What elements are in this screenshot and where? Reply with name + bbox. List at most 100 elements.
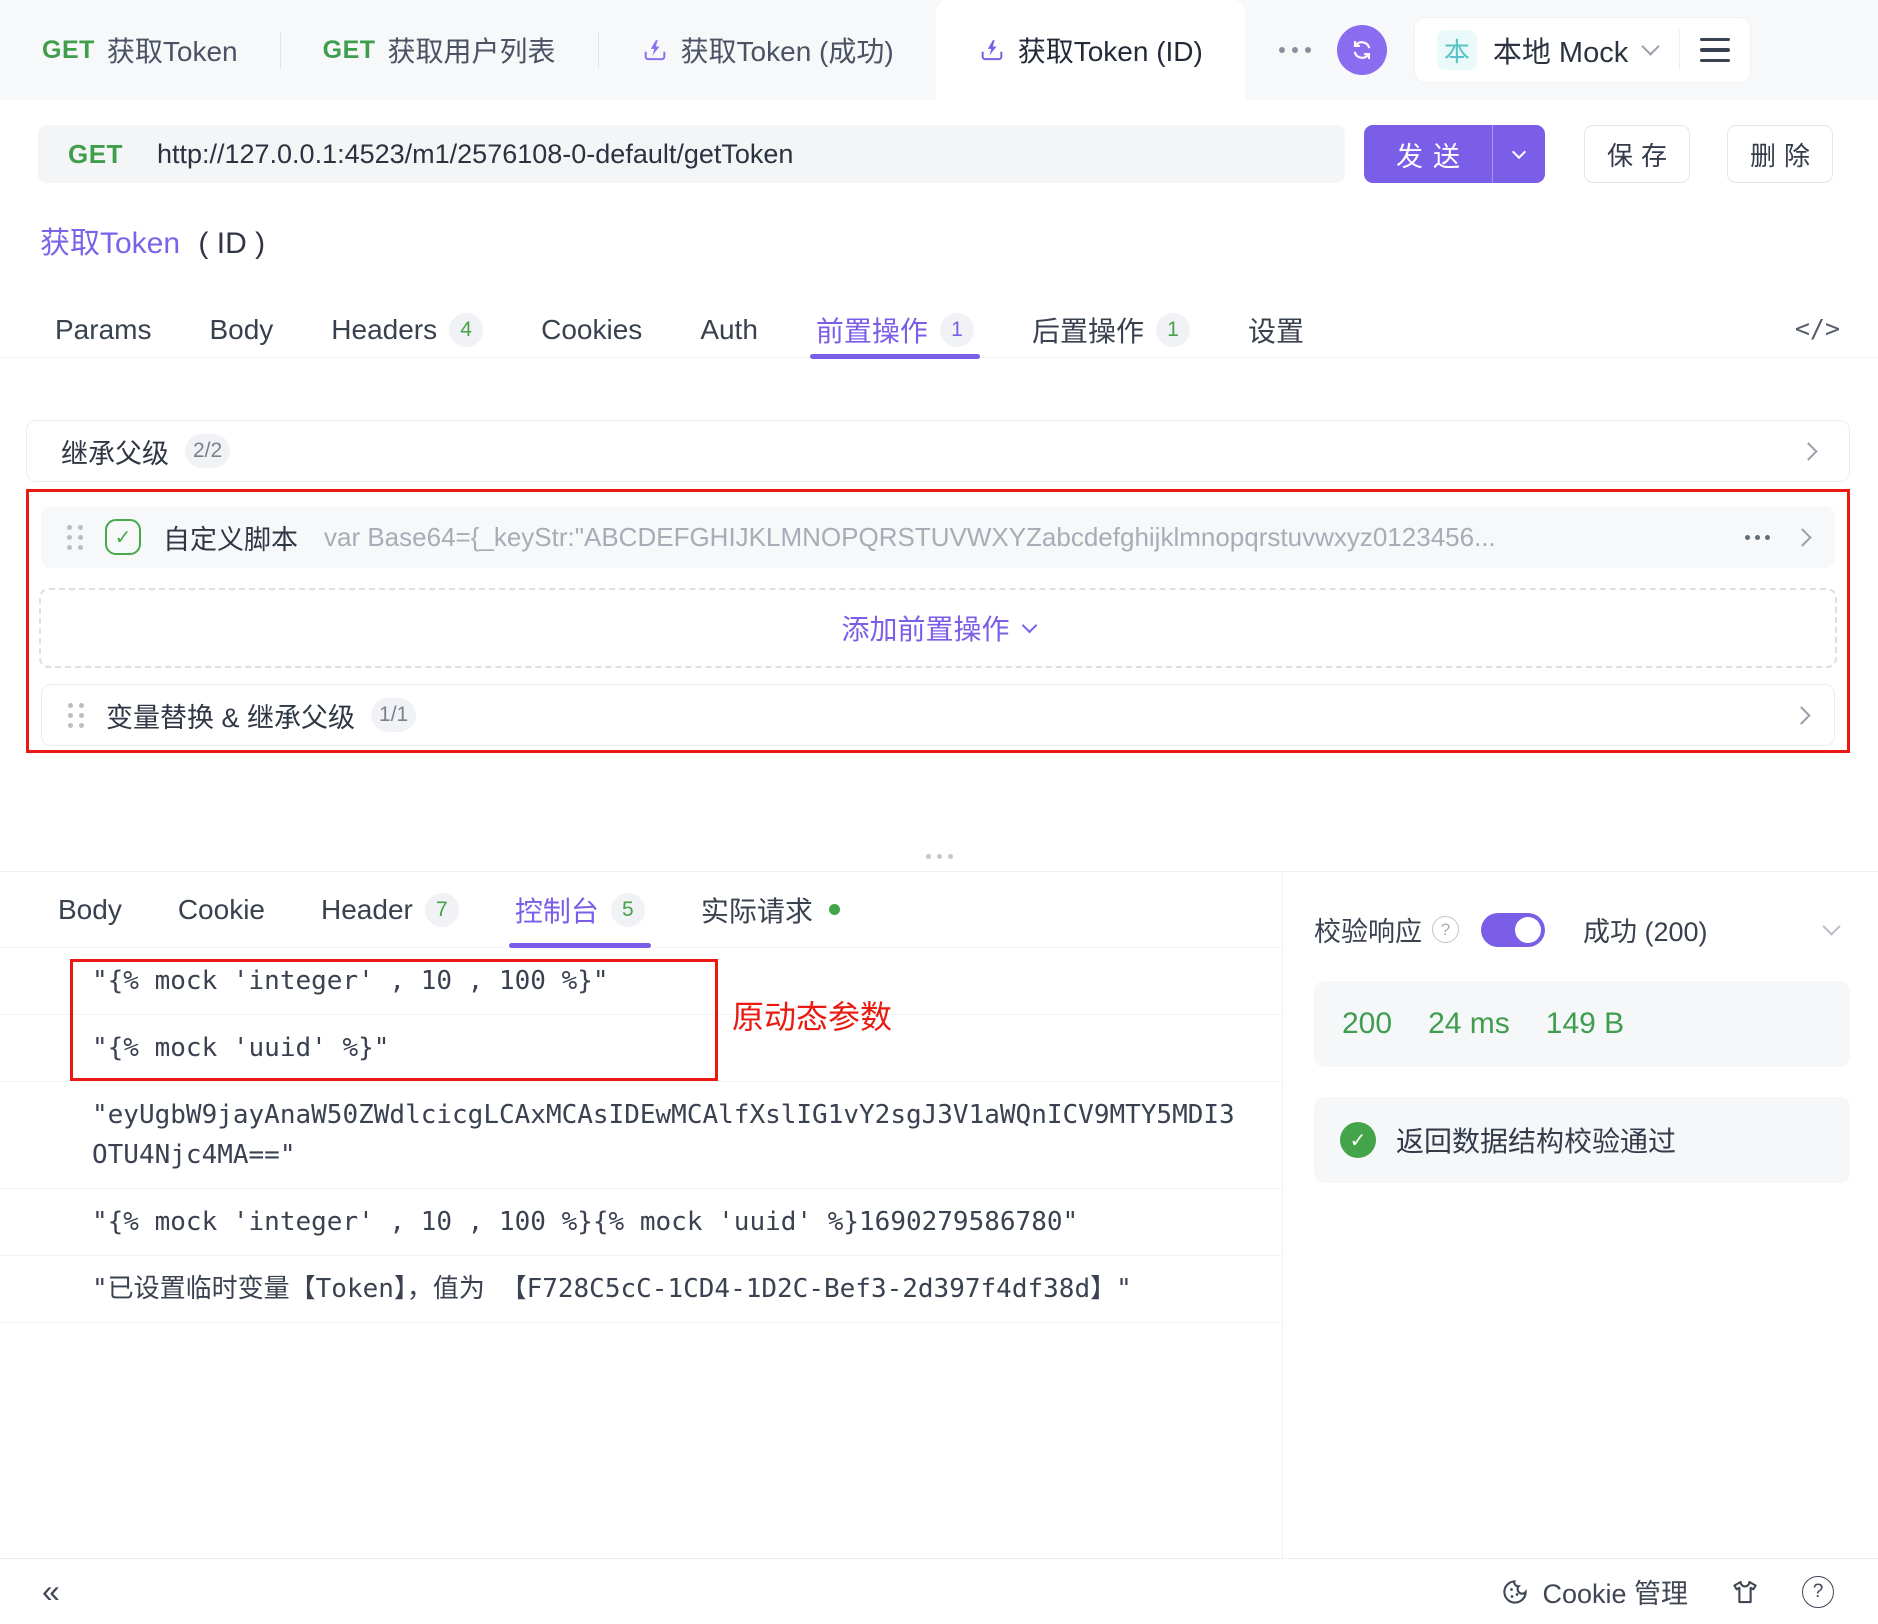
environment-dropdown[interactable]: 本 本地 Mock: [1415, 29, 1679, 71]
drag-handle-icon[interactable]: [68, 703, 84, 728]
more-actions-icon[interactable]: [1745, 535, 1770, 540]
tab-label: 获取用户列表: [388, 30, 556, 70]
variable-replace-row[interactable]: 变量替换 & 继承父级 1/1: [41, 684, 1835, 746]
send-options-dropdown[interactable]: [1493, 125, 1545, 183]
response-time: 24 ms: [1428, 1007, 1510, 1041]
url-input[interactable]: GET http://127.0.0.1:4523/m1/2576108-0-d…: [38, 125, 1345, 183]
tab-response-body[interactable]: Body: [58, 872, 122, 948]
tab-headers[interactable]: Headers 4: [331, 302, 483, 358]
console-count-badge: 5: [611, 893, 645, 927]
chevron-down-icon: [1642, 37, 1660, 55]
save-button[interactable]: 保存: [1584, 125, 1690, 183]
inherit-count-badge: 2/2: [185, 434, 230, 468]
method-label: GET: [42, 36, 95, 65]
validation-panel: 校验响应 ? 成功 (200) 200 24 ms 149 B ✓ 返回数据结构…: [1282, 872, 1878, 1558]
enabled-check-icon[interactable]: ✓: [105, 519, 141, 555]
tab-label: 获取Token (成功): [681, 30, 894, 70]
validate-label: 校验响应: [1314, 910, 1422, 949]
chevron-right-icon: [1793, 528, 1811, 546]
tab-settings[interactable]: 设置: [1248, 302, 1304, 358]
env-local-icon: 本: [1437, 30, 1477, 70]
tab-post-operations[interactable]: 后置操作 1: [1032, 302, 1190, 358]
tab-body[interactable]: Body: [209, 302, 273, 358]
chevron-down-icon: [1021, 617, 1037, 633]
collapse-sidebar-button[interactable]: «: [42, 1573, 60, 1610]
sync-icon[interactable]: [1337, 25, 1387, 75]
validation-status: 成功 (200): [1583, 910, 1708, 949]
status-code: 200: [1342, 1007, 1392, 1041]
annotation-red-box: ✓ 自定义脚本 var Base64={_keyStr:"ABCDEFGHIJK…: [26, 489, 1850, 753]
splitter-handle-icon[interactable]: [0, 854, 1878, 859]
send-button[interactable]: 发送: [1364, 125, 1545, 183]
help-icon[interactable]: ?: [1432, 916, 1459, 943]
menu-icon[interactable]: [1680, 38, 1750, 63]
more-tabs-icon[interactable]: [1279, 47, 1311, 53]
request-case-icon: [978, 36, 1006, 64]
script-label: 自定义脚本: [163, 518, 298, 557]
window-tabbar: GET 获取Token GET 获取用户列表 获取Token (成功): [0, 0, 1878, 100]
console-line[interactable]: "{% mock 'integer' , 10 , 100 %}": [0, 948, 1281, 1015]
response-size: 149 B: [1546, 1007, 1624, 1041]
add-pre-operation-button[interactable]: 添加前置操作: [39, 588, 1837, 668]
send-label: 发送: [1364, 125, 1492, 183]
chevron-right-icon: [1792, 706, 1810, 724]
request-method: GET: [68, 139, 123, 170]
window-tab-token-id-active[interactable]: 获取Token (ID): [936, 0, 1245, 100]
tab-auth[interactable]: Auth: [700, 302, 758, 358]
script-preview: var Base64={_keyStr:"ABCDEFGHIJKLMNOPQRS…: [324, 522, 1719, 553]
post-count-badge: 1: [1156, 313, 1190, 347]
chevron-down-icon[interactable]: [1822, 917, 1840, 935]
console-line[interactable]: "eyUgbW9jayAnaW50ZWdlcicgLCAxMCAsIDEwMCA…: [0, 1082, 1281, 1189]
chevron-right-icon: [1799, 442, 1817, 460]
tab-cookies[interactable]: Cookies: [541, 302, 642, 358]
window-tab-get-userlist[interactable]: GET 获取用户列表: [281, 0, 598, 100]
response-tabs: Body Cookie Header 7 控制台 5 实际请求: [0, 872, 1281, 948]
request-url: http://127.0.0.1:4523/m1/2576108-0-defau…: [157, 139, 793, 170]
console-output: "{% mock 'integer' , 10 , 100 %}" "{% mo…: [0, 948, 1281, 1323]
delete-button[interactable]: 删除: [1727, 125, 1833, 183]
tab-response-header[interactable]: Header 7: [321, 872, 459, 948]
env-label: 本地 Mock: [1493, 29, 1628, 71]
tab-response-cookie[interactable]: Cookie: [178, 872, 265, 948]
tab-actual-request[interactable]: 实际请求: [701, 872, 840, 948]
tab-params[interactable]: Params: [55, 302, 151, 358]
drag-handle-icon[interactable]: [67, 525, 83, 550]
inherit-parent-row[interactable]: 继承父级 2/2: [26, 420, 1850, 482]
custom-script-row[interactable]: ✓ 自定义脚本 var Base64={_keyStr:"ABCDEFGHIJK…: [41, 506, 1835, 568]
api-name-suffix: ( ID ): [198, 227, 265, 260]
pre-count-badge: 1: [940, 313, 974, 347]
schema-pass-label: 返回数据结构校验通过: [1396, 1120, 1676, 1160]
validate-response-row: 校验响应 ? 成功 (200): [1314, 910, 1838, 949]
validate-toggle[interactable]: [1481, 913, 1545, 947]
console-line[interactable]: "{% mock 'uuid' %}": [0, 1015, 1281, 1082]
cookie-icon: [1500, 1577, 1530, 1607]
headers-count-badge: 4: [449, 313, 483, 347]
window-tab-get-token[interactable]: GET 获取Token: [0, 0, 280, 100]
window-tab-token-success[interactable]: 获取Token (成功): [599, 0, 936, 100]
console-line[interactable]: "已设置临时变量【Token】，值为 【F728C5cC-1CD4-1D2C-B…: [0, 1256, 1281, 1323]
footer-bar: « Cookie 管理 ?: [0, 1558, 1878, 1624]
header-count-badge: 7: [425, 893, 459, 927]
cookie-manager-button[interactable]: Cookie 管理: [1500, 1572, 1688, 1611]
tab-console[interactable]: 控制台 5: [515, 872, 645, 948]
page-title: 获取Token ( ID ): [40, 218, 265, 262]
var-count-badge: 1/1: [371, 698, 416, 732]
tab-label: 获取Token: [107, 30, 238, 70]
request-tabs: Params Body Headers 4 Cookies Auth 前置操作 …: [0, 302, 1878, 358]
api-name[interactable]: 获取Token: [40, 227, 180, 260]
annotation-text: 原动态参数: [732, 992, 892, 1038]
schema-validation-result: ✓ 返回数据结构校验通过: [1314, 1097, 1850, 1183]
theme-shirt-icon[interactable]: [1730, 1577, 1760, 1607]
tab-label: 获取Token (ID): [1018, 30, 1203, 70]
app-window: GET 获取Token GET 获取用户列表 获取Token (成功): [0, 0, 1878, 1624]
method-label: GET: [323, 36, 376, 65]
chevron-down-icon: [1512, 145, 1526, 159]
console-line[interactable]: "{% mock 'integer' , 10 , 100 %}{% mock …: [0, 1189, 1281, 1256]
environment-selector: 本 本地 Mock: [1415, 18, 1750, 82]
check-icon: ✓: [1340, 1122, 1376, 1158]
code-view-icon[interactable]: </>: [1795, 314, 1840, 343]
request-case-icon: [641, 36, 669, 64]
help-icon[interactable]: ?: [1802, 1576, 1834, 1608]
cookie-manager-label: Cookie 管理: [1542, 1572, 1688, 1611]
tab-pre-operations[interactable]: 前置操作 1: [816, 302, 974, 358]
